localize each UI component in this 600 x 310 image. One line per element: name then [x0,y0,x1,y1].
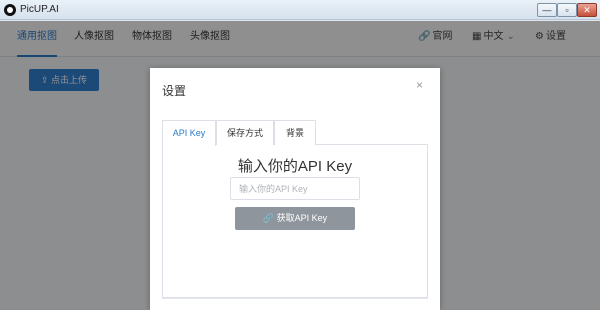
app-logo-icon [4,4,16,16]
window-titlebar: PicUP.AI — ▫ ✕ [0,0,600,20]
tab-background[interactable]: 背景 [274,120,316,145]
dialog-divider [162,298,428,299]
tab-save-method[interactable]: 保存方式 [216,120,274,145]
minimize-button[interactable]: — [537,3,557,17]
get-api-key-button[interactable]: 🔗 获取API Key [235,207,355,230]
window-title: PicUP.AI [20,4,59,15]
maximize-button[interactable]: ▫ [557,3,577,17]
close-window-button[interactable]: ✕ [577,3,597,17]
get-api-key-label: 获取API Key [276,213,328,223]
dialog-close-icon[interactable]: × [416,78,423,92]
api-key-input[interactable] [230,177,360,200]
dialog-tabs: API Key 保存方式 背景 [162,120,428,146]
dialog-title: 设置 [162,84,187,98]
tab-api-key[interactable]: API Key [162,120,216,146]
api-key-heading: 输入你的API Key [237,158,353,175]
link-icon: 🔗 [262,213,277,223]
settings-dialog: 设置 × API Key 保存方式 背景 输入你的API Key 🔗 获取API… [150,68,440,310]
